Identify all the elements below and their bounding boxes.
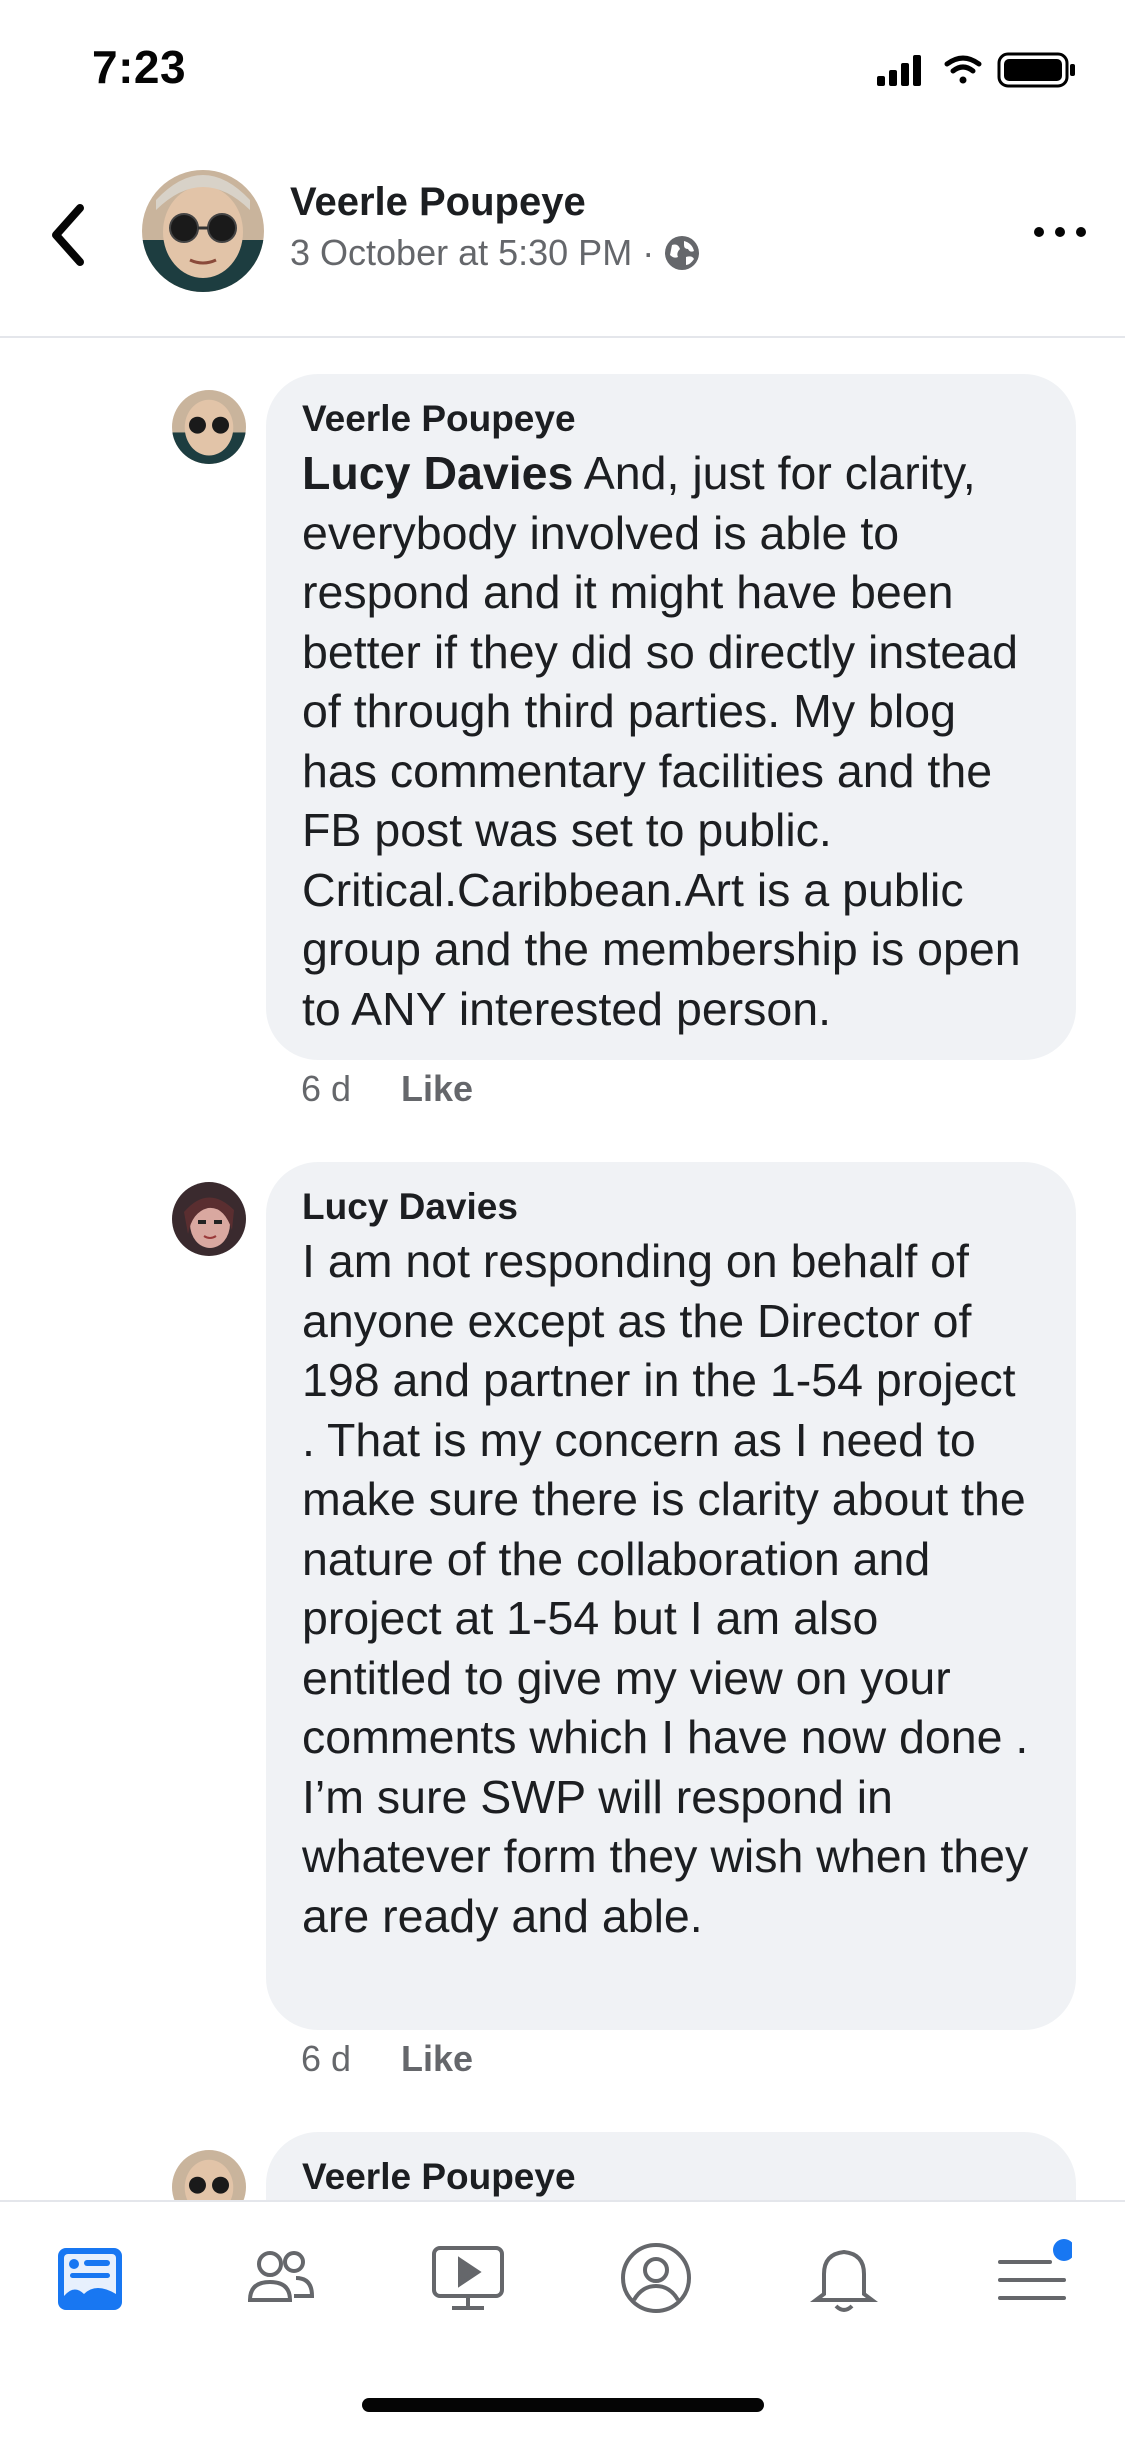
profile-icon[interactable] (616, 2238, 696, 2318)
news-feed-icon[interactable] (52, 2238, 132, 2318)
comment-bubble[interactable]: Lucy Davies I am not responding on behal… (266, 1162, 1076, 2030)
battery-icon (997, 52, 1075, 88)
globe-icon (665, 236, 700, 270)
notification-dot (1053, 2239, 1075, 2261)
comment-text: I am not responding on behalf of anyone … (302, 1235, 1029, 1942)
post-meta: 3 October at 5:30 PM · (290, 232, 700, 274)
ellipsis-icon (1034, 227, 1086, 237)
comment-actions: 6 d Like (301, 2038, 473, 2080)
meta-separator: · (642, 232, 655, 273)
status-icons (867, 50, 1087, 90)
comment-mention[interactable]: Lucy Davies (302, 447, 573, 499)
status-bar: 7:23 (0, 0, 1125, 140)
like-button[interactable]: Like (401, 1068, 473, 1110)
author-avatar[interactable] (142, 170, 264, 292)
post-timestamp[interactable]: 3 October at 5:30 PM (290, 232, 632, 274)
comment-author[interactable]: Veerle Poupeye (302, 2154, 1040, 2200)
more-options-button[interactable] (1029, 212, 1091, 252)
comment-author[interactable]: Lucy Davies (302, 1184, 1040, 1230)
commenter-avatar[interactable] (172, 1182, 246, 1256)
watch-icon[interactable] (428, 2238, 508, 2318)
like-button[interactable]: Like (401, 2038, 473, 2080)
commenter-avatar[interactable] (172, 390, 246, 464)
comment-body: And, just for clarity, everybody involve… (302, 447, 1021, 1035)
comment-actions: 6 d Like (301, 1068, 473, 1110)
notifications-icon[interactable] (804, 2238, 884, 2318)
comment-text: Lucy Davies And, just for clarity, every… (302, 444, 1040, 1039)
wifi-icon (944, 55, 982, 84)
back-button[interactable] (40, 198, 100, 272)
author-name[interactable]: Veerle Poupeye (290, 180, 586, 225)
friends-icon[interactable] (240, 2238, 320, 2318)
comment-age: 6 d (301, 2038, 352, 2079)
status-time: 7:23 (92, 41, 187, 93)
comment-bubble[interactable]: Veerle Poupeye Lucy Davies And, just for… (266, 374, 1076, 1060)
home-indicator[interactable] (362, 2398, 764, 2412)
post-header: Veerle Poupeye 3 October at 5:30 PM · (0, 140, 1125, 338)
menu-icon[interactable] (992, 2238, 1075, 2318)
comment-age: 6 d (301, 1068, 352, 1109)
comment-author[interactable]: Veerle Poupeye (302, 396, 1040, 442)
signal-icon (877, 55, 921, 86)
chevron-left-icon (52, 204, 84, 266)
